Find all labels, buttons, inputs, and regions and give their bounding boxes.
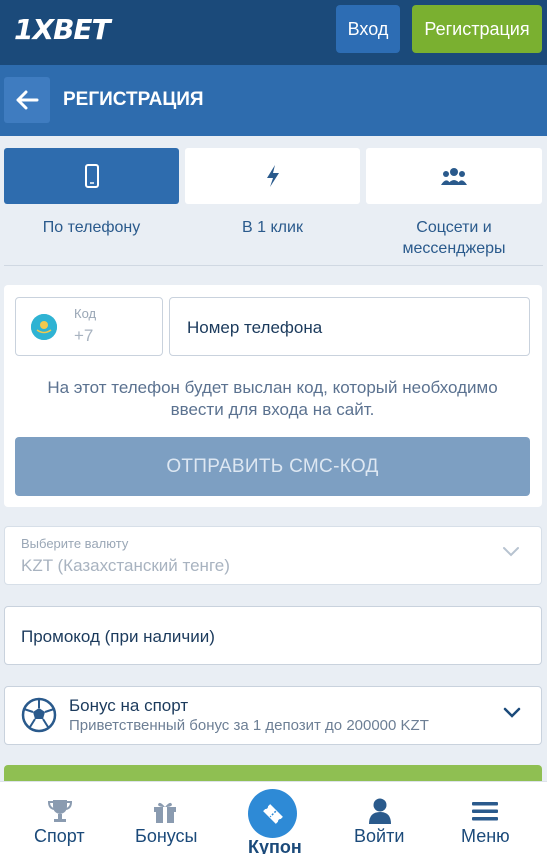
nav-item-bonuses[interactable]: Бонусы (128, 781, 206, 854)
logo-graphic: 1XBET (14, 13, 114, 46)
kazakhstan-flag-icon (31, 314, 57, 340)
svg-text:1XBET: 1XBET (14, 13, 113, 46)
divider (4, 265, 543, 266)
sms-hint-line1: На этот телефон будет выслан код, которы… (47, 378, 498, 397)
send-sms-code-button[interactable]: ОТПРАВИТЬ СМС-КОД (15, 437, 530, 496)
trophy-icon (47, 800, 73, 822)
brand-logo[interactable]: 1XBET (14, 12, 126, 53)
chevron-down-icon (503, 547, 519, 557)
gift-icon (154, 802, 176, 823)
currency-value: KZT (Казахстанский тенге) (21, 556, 230, 575)
users-icon (441, 168, 467, 185)
menu-icon (472, 802, 498, 821)
tab-social-label-line2: мессенджеры (402, 240, 506, 257)
arrow-left-icon (16, 90, 39, 110)
nav-label-sport: Спорт (34, 826, 85, 846)
tab-social[interactable] (366, 148, 542, 204)
nav-item-menu[interactable]: Меню (452, 781, 522, 854)
register-button[interactable]: Регистрация (412, 5, 542, 53)
user-icon (369, 798, 391, 824)
tab-phone-label[interactable]: По телефону (4, 217, 179, 238)
phone-icon (84, 164, 99, 188)
registration-title-bar: РЕГИСТРАЦИЯ (0, 65, 547, 136)
tab-social-label-line1: Соцсети и (416, 219, 492, 236)
chevron-down-icon (503, 707, 521, 718)
tab-social-label[interactable]: Соцсети и мессенджеры (366, 217, 542, 259)
nav-label-login: Войти (354, 826, 405, 846)
page-title: РЕГИСТРАЦИЯ (63, 89, 204, 110)
nav-label-coupon[interactable]: Купон (248, 837, 302, 854)
tab-one-click[interactable] (185, 148, 360, 204)
bonus-subtitle: Приветственный бонус за 1 депозит до 200… (69, 717, 429, 734)
coupon-button[interactable] (248, 789, 297, 838)
lightning-icon (266, 165, 279, 187)
sms-hint-text: На этот телефон будет выслан код, которы… (15, 377, 530, 421)
country-code-value: +7 (74, 326, 94, 345)
nav-label-menu: Меню (461, 826, 510, 846)
back-button[interactable] (4, 77, 50, 123)
sms-hint-line2: ввести для входа на сайт. (170, 400, 375, 419)
phone-number-placeholder: Номер телефона (187, 318, 323, 337)
tab-one-click-label[interactable]: В 1 клик (185, 217, 360, 238)
tab-phone[interactable] (4, 148, 179, 204)
nav-item-login[interactable]: Войти (346, 781, 416, 854)
nav-label-bonuses: Бонусы (135, 826, 198, 846)
flag-graphic (31, 314, 57, 340)
ticket-icon (262, 803, 283, 824)
soccer-ball-icon (21, 697, 57, 733)
login-button[interactable]: Вход (336, 5, 400, 53)
promo-code-placeholder: Промокод (при наличии) (21, 627, 215, 646)
nav-item-sport[interactable]: Спорт (20, 781, 98, 854)
country-code-label: Код (74, 306, 97, 321)
bonus-title: Бонус на спорт (69, 696, 189, 715)
currency-label: Выберите валюту (21, 536, 129, 551)
